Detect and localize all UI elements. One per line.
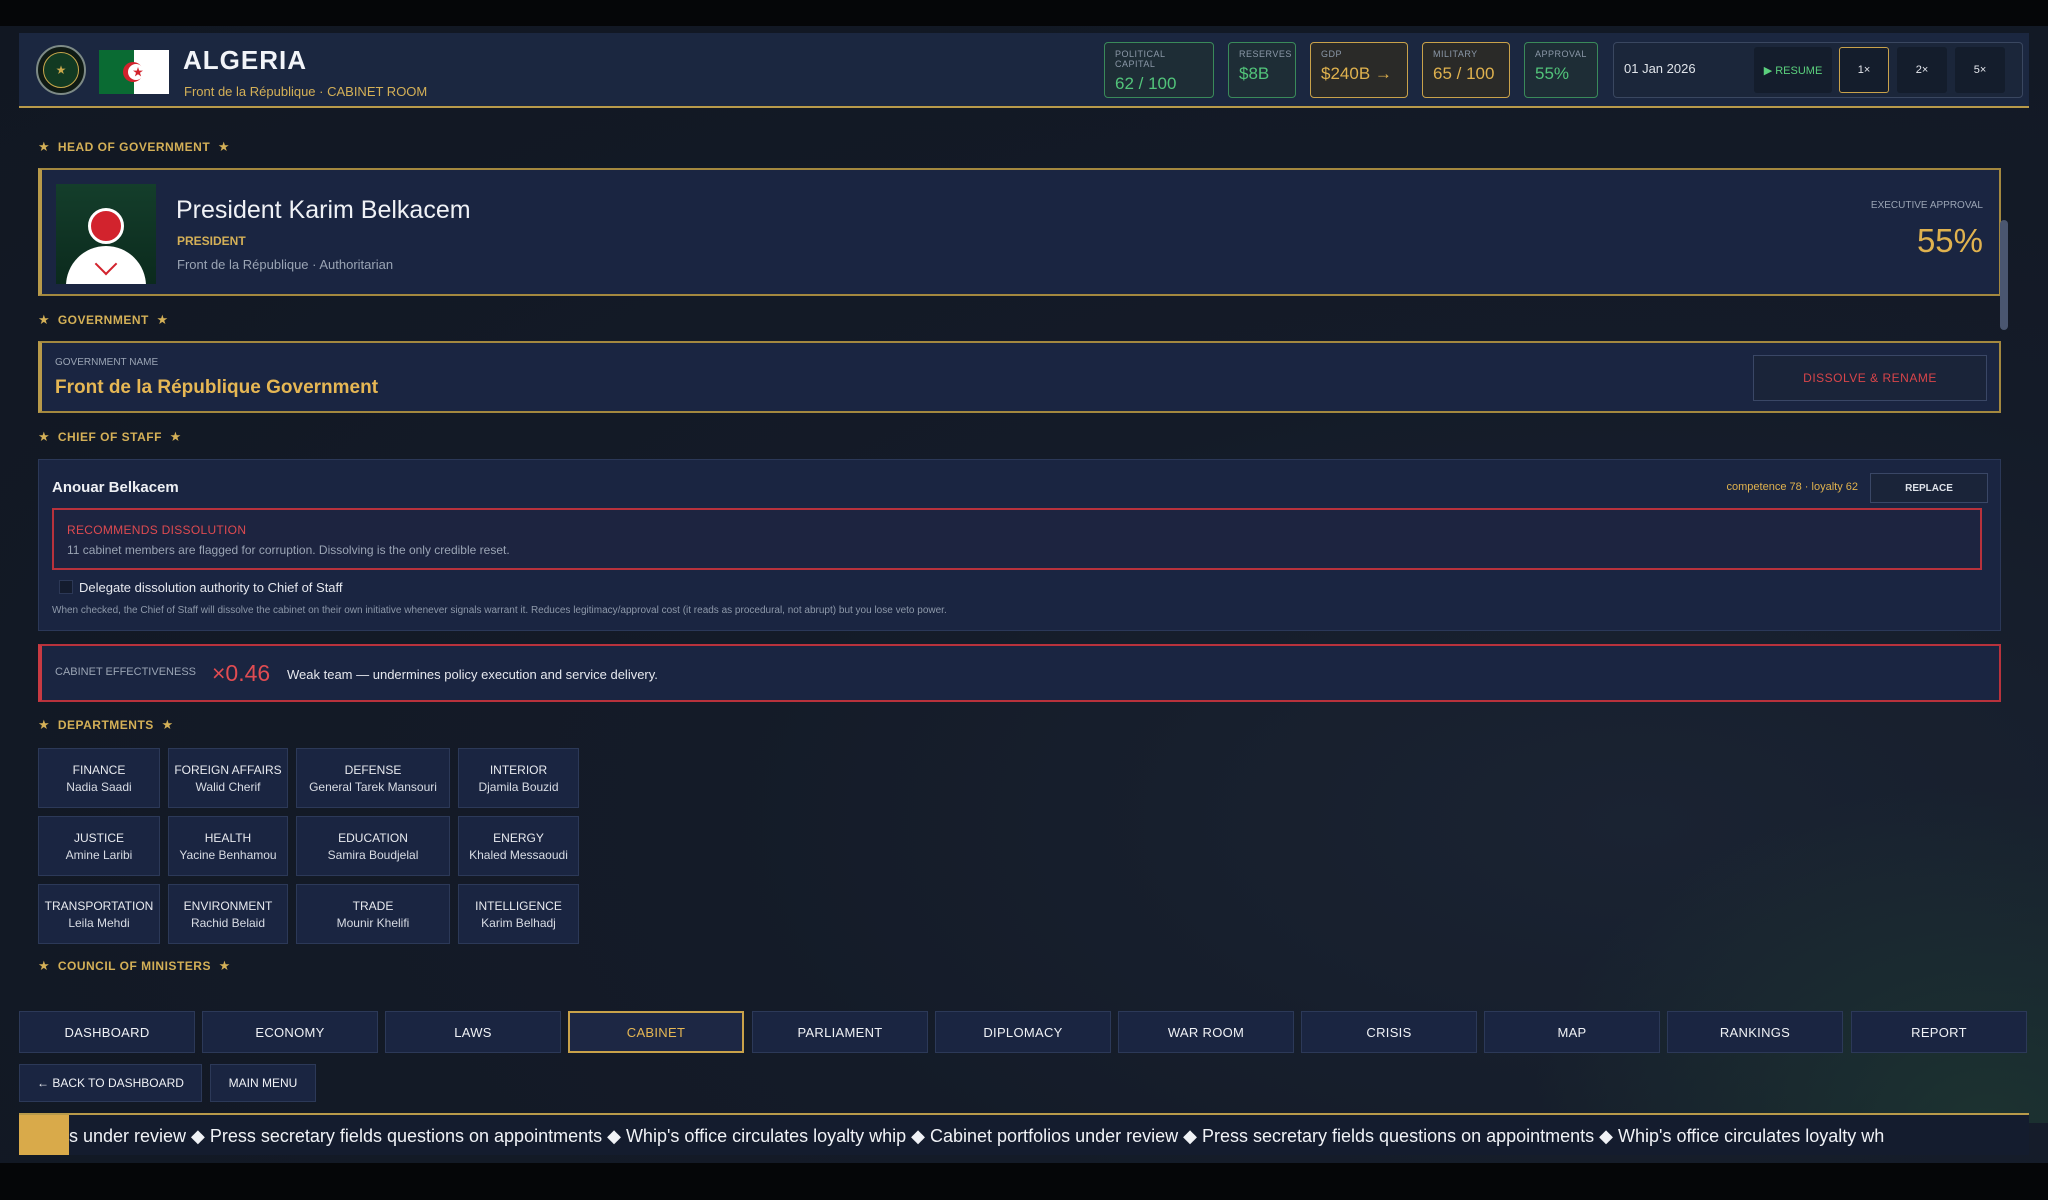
star-icon: ★	[161, 717, 174, 732]
party-room-subtitle: Front de la République · CABINET ROOM	[184, 84, 428, 99]
leader-party: Front de la République · Authoritarian	[177, 257, 394, 272]
tab-laws[interactable]: LAWS	[385, 1011, 561, 1053]
tab-rankings[interactable]: RANKINGS	[1667, 1011, 1843, 1053]
main-menu-button[interactable]: MAIN MENU	[210, 1064, 316, 1102]
dissolution-warning: RECOMMENDS DISSOLUTION 11 cabinet member…	[52, 508, 1982, 570]
warning-text: 11 cabinet members are flagged for corru…	[67, 543, 510, 557]
country-name: ALGERIA	[183, 45, 307, 75]
stat-approval: APPROVAL 55%	[1524, 42, 1598, 98]
tab-map[interactable]: MAP	[1484, 1011, 1660, 1053]
time-controls: 01 Jan 2026 ▶ RESUME 1× 2× 5×	[1613, 42, 2023, 98]
speed-2x-button[interactable]: 2×	[1897, 47, 1947, 93]
government-name-card: GOVERNMENT NAME Front de la République G…	[38, 341, 2001, 413]
star-icon: ★	[38, 139, 51, 154]
tab-crisis[interactable]: CRISIS	[1301, 1011, 1477, 1053]
back-to-dashboard-button[interactable]: ← BACK TO DASHBOARD	[19, 1064, 202, 1102]
stat-military: MILITARY 65 / 100	[1422, 42, 1510, 98]
delegate-checkbox[interactable]	[59, 580, 73, 594]
tab-parliament[interactable]: PARLIAMENT	[752, 1011, 928, 1053]
national-emblem-icon: ★	[36, 45, 86, 95]
chief-of-staff-name: Anouar Belkacem	[52, 479, 179, 496]
section-head-of-government: ★ HEAD OF GOVERNMENT ★	[38, 139, 230, 154]
department-foreign-affairs[interactable]: FOREIGN AFFAIRS Walid Cherif	[168, 748, 288, 808]
scrollbar-thumb[interactable]	[2000, 220, 2008, 330]
leader-role: PRESIDENT	[177, 234, 246, 248]
department-energy[interactable]: ENERGY Khaled Messaoudi	[458, 816, 579, 876]
section-departments: ★ DEPARTMENTS ★	[38, 717, 174, 732]
department-transportation[interactable]: TRANSPORTATION Leila Mehdi	[38, 884, 160, 944]
dissolve-rename-button[interactable]: DISSOLVE & RENAME	[1753, 355, 1987, 401]
tab-cabinet[interactable]: CABINET	[568, 1011, 744, 1053]
star-icon: ★	[38, 429, 51, 444]
chief-of-staff-card: Anouar Belkacem competence 78 · loyalty …	[38, 459, 2001, 631]
department-justice[interactable]: JUSTICE Amine Laribi	[38, 816, 160, 876]
tab-report[interactable]: REPORT	[1851, 1011, 2027, 1053]
stat-political-capital: POLITICAL CAPITAL 62 / 100	[1104, 42, 1214, 98]
star-icon: ★	[38, 312, 51, 327]
background-glow	[1448, 723, 2048, 1123]
section-council-of-ministers: ★ COUNCIL OF MINISTERS ★	[38, 958, 231, 973]
cabinet-effectiveness-banner: CABINET EFFECTIVENESS ×0.46 Weak team — …	[38, 644, 2001, 702]
executive-approval-value: 55%	[1916, 222, 1983, 259]
government-name-label: GOVERNMENT NAME	[55, 357, 159, 368]
ticker-text: s under review ◆ Press secretary fields …	[69, 1126, 1885, 1146]
government-name: Front de la République Government	[55, 377, 379, 398]
star-icon: ★	[218, 958, 231, 973]
department-trade[interactable]: TRADE Mounir Khelifi	[296, 884, 450, 944]
effectiveness-description: Weak team — undermines policy execution …	[287, 667, 658, 682]
star-icon: ★	[38, 717, 51, 732]
star-icon: ★	[38, 958, 51, 973]
tab-dashboard[interactable]: DASHBOARD	[19, 1011, 195, 1053]
department-environment[interactable]: ENVIRONMENT Rachid Belaid	[168, 884, 288, 944]
top-header: ★ ALGERIA Front de la République · CABIN…	[19, 33, 2029, 108]
stat-reserves: RESERVES $8B	[1228, 42, 1296, 98]
department-education[interactable]: EDUCATION Samira Boudjelal	[296, 816, 450, 876]
chief-of-staff-stats: competence 78 · loyalty 62	[1726, 481, 1858, 493]
effectiveness-label: CABINET EFFECTIVENESS	[55, 666, 196, 678]
tab-economy[interactable]: ECONOMY	[202, 1011, 378, 1053]
speed-5x-button[interactable]: 5×	[1955, 47, 2005, 93]
news-ticker: s under review ◆ Press secretary fields …	[19, 1113, 2029, 1155]
tab-diplomacy[interactable]: DIPLOMACY	[935, 1011, 1111, 1053]
department-health[interactable]: HEALTH Yacine Benhamou	[168, 816, 288, 876]
star-icon: ★	[156, 312, 169, 327]
resume-button[interactable]: ▶ RESUME	[1754, 47, 1832, 93]
tab-war-room[interactable]: WAR ROOM	[1118, 1011, 1294, 1053]
ticker-marker	[19, 1115, 69, 1155]
department-defense[interactable]: DEFENSE General Tarek Mansouri	[296, 748, 450, 808]
department-intelligence[interactable]: INTELLIGENCE Karim Belhadj	[458, 884, 579, 944]
section-chief-of-staff: ★ CHIEF OF STAFF ★	[38, 429, 182, 444]
head-of-government-card: President Karim Belkacem PRESIDENT Front…	[38, 168, 2001, 296]
algeria-flag-icon	[99, 50, 169, 94]
current-date: 01 Jan 2026	[1624, 61, 1696, 76]
star-icon: ★	[169, 429, 182, 444]
executive-approval-label: EXECUTIVE APPROVAL	[1870, 200, 1983, 211]
speed-1x-button[interactable]: 1×	[1839, 47, 1889, 93]
delegate-description: When checked, the Chief of Staff will di…	[52, 605, 947, 616]
leader-name: President Karim Belkacem	[176, 196, 471, 224]
warning-title: RECOMMENDS DISSOLUTION	[67, 523, 247, 537]
delegate-checkbox-label[interactable]: Delegate dissolution authority to Chief …	[79, 580, 343, 595]
replace-button[interactable]: REPLACE	[1870, 473, 1988, 503]
stat-gdp: GDP $240B →	[1310, 42, 1408, 98]
leader-portrait-avatar	[56, 184, 156, 284]
department-interior[interactable]: INTERIOR Djamila Bouzid	[458, 748, 579, 808]
department-finance[interactable]: FINANCE Nadia Saadi	[38, 748, 160, 808]
section-government: ★ GOVERNMENT ★	[38, 312, 169, 327]
effectiveness-value: ×0.46	[212, 660, 271, 686]
star-icon: ★	[217, 139, 230, 154]
